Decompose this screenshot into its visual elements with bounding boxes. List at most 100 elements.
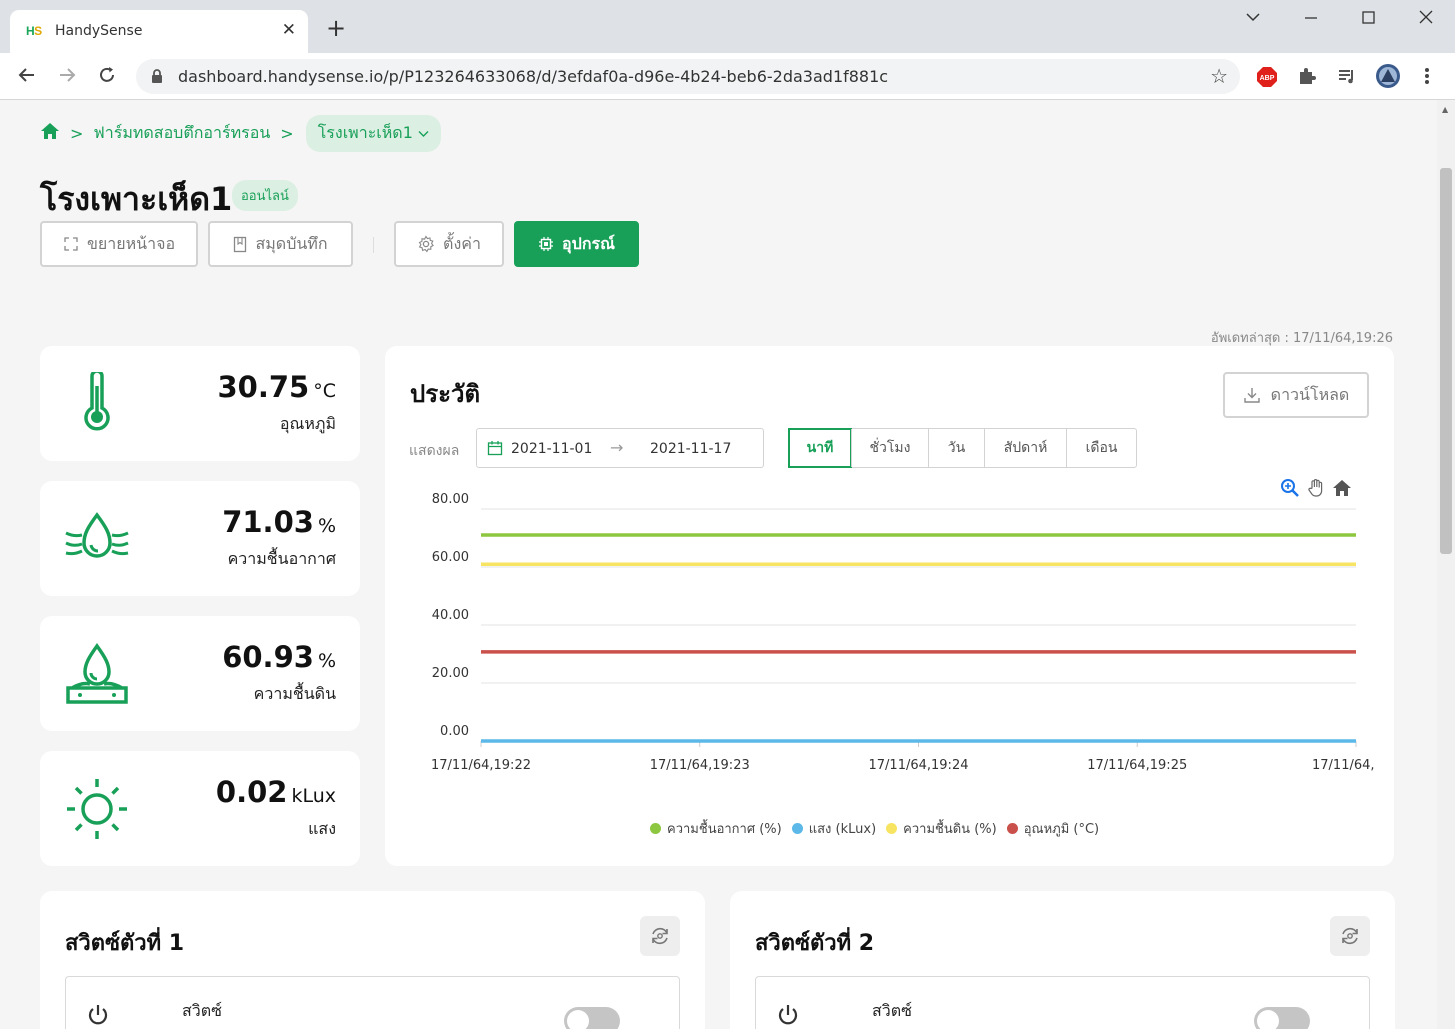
fullscreen-button[interactable]: ขยายหน้าจอ	[40, 221, 198, 267]
soil-moisture-icon	[62, 642, 132, 706]
legend-dot	[791, 823, 803, 834]
soil-moisture-card: 60.93% ความชื้นดิน	[40, 616, 360, 731]
interval-hour[interactable]: ชั่วโมง	[851, 429, 928, 467]
tab-title: HandySense	[55, 23, 143, 39]
chip-icon	[539, 237, 554, 251]
switch-label: สวิตซ์	[872, 1001, 912, 1020]
legend-dot	[886, 823, 898, 834]
notebook-button[interactable]: สมุดบันทึก	[208, 221, 353, 267]
switch-toggle[interactable]	[1254, 1007, 1310, 1029]
air-humidity-label: ความชื้นอากาศ	[227, 549, 336, 568]
y-tick-label: 40.00	[432, 608, 469, 623]
switch-card-2: สวิตซ์ตัวที่ 2 สวิตซ์	[730, 891, 1395, 1029]
breadcrumb-separator: >	[70, 123, 84, 143]
switch-card-1: สวิตซ์ตัวที่ 1 สวิตซ์	[40, 891, 705, 1029]
breadcrumb-separator: >	[280, 123, 294, 143]
legend-item[interactable]: อุณหภูมิ (°C)	[1006, 818, 1099, 839]
calendar-icon	[487, 440, 503, 460]
breadcrumb-current-dropdown[interactable]: โรงเพาะเห็ด1	[305, 114, 441, 152]
switch-toggle[interactable]	[564, 1007, 620, 1029]
svg-text:ABP: ABP	[1260, 75, 1275, 82]
minimize-icon[interactable]	[1302, 8, 1320, 31]
toggle-knob	[1257, 1010, 1279, 1029]
date-range-picker[interactable]: 2021-11-01 → 2021-11-17	[476, 428, 764, 468]
expand-icon	[64, 237, 78, 251]
url-bar[interactable]: dashboard.handysense.io/p/P123264633068/…	[136, 59, 1240, 94]
address-toolbar: dashboard.handysense.io/p/P123264633068/…	[0, 53, 1455, 100]
x-tick-label: 17/11/64,19:22	[431, 758, 531, 773]
close-tab-icon[interactable]: ✕	[282, 20, 296, 40]
home-icon[interactable]	[40, 122, 60, 144]
media-queue-icon[interactable]	[1337, 66, 1357, 90]
legend-item[interactable]: ความชื้นดิน (%)	[886, 818, 997, 839]
thermometer-icon	[62, 369, 132, 436]
y-tick-label: 60.00	[432, 550, 469, 565]
back-icon[interactable]	[17, 65, 37, 90]
browser-menu-icon[interactable]	[1422, 66, 1432, 90]
temperature-card: 30.75 °C อุณหภูมิ	[40, 346, 360, 461]
temperature-value: 30.75 °C	[217, 370, 336, 404]
x-tick-label: 17/11/64,19:23	[650, 758, 750, 773]
air-humidity-card: 71.03% ความชื้นอากาศ	[40, 481, 360, 596]
download-button[interactable]: ดาวน์โหลด	[1223, 372, 1369, 418]
scroll-up-arrow-icon[interactable]: ▲	[1442, 105, 1448, 114]
browser-tab-strip: HS HandySense ✕ +	[0, 0, 1455, 53]
gear-icon	[418, 235, 434, 253]
download-icon	[1243, 388, 1260, 403]
interval-week[interactable]: สัปดาห์	[984, 429, 1066, 467]
show-label: แสดงผล	[409, 443, 460, 459]
date-from-input[interactable]: 2021-11-01	[511, 441, 592, 457]
toolbar-divider	[373, 237, 374, 253]
date-to-input[interactable]: 2021-11-17	[650, 441, 731, 457]
settings-button[interactable]: ตั้งค่า	[394, 221, 504, 267]
breadcrumb: > ฟาร์มทดสอบตึกอาร์ทรอน > โรงเพาะเห็ด1	[40, 114, 441, 152]
notebook-button-label: สมุดบันทึก	[255, 233, 328, 253]
history-title: ประวัติ	[410, 380, 481, 408]
devices-button-label: อุปกรณ์	[562, 233, 615, 253]
bookmark-star-icon[interactable]: ☆	[1210, 64, 1228, 88]
devices-button[interactable]: อุปกรณ์	[514, 221, 639, 267]
maximize-icon[interactable]	[1360, 8, 1378, 31]
tab-search-chevron-icon[interactable]	[1244, 8, 1262, 31]
legend-label: ความชื้นดิน (%)	[903, 822, 997, 837]
legend-label: ความชื้นอากาศ (%)	[667, 822, 782, 837]
forward-icon[interactable]	[57, 65, 77, 90]
interval-month[interactable]: เดือน	[1066, 429, 1136, 467]
history-card: ประวัติ ดาวน์โหลด แสดงผล 2021-11-01 → 20…	[385, 346, 1394, 866]
breadcrumb-farm-link[interactable]: ฟาร์มทดสอบตึกอาร์ทรอน	[93, 121, 270, 146]
page-title: โรงเพาะเห็ด1	[40, 180, 233, 218]
browser-tab[interactable]: HS HandySense ✕	[10, 10, 308, 53]
url-text: dashboard.handysense.io/p/P123264633068/…	[178, 67, 889, 86]
reload-icon[interactable]	[97, 65, 117, 90]
legend-dot	[650, 823, 661, 834]
refresh-icon	[1342, 927, 1358, 945]
range-arrow-icon: →	[610, 438, 624, 457]
profile-avatar[interactable]	[1375, 63, 1401, 93]
toggle-knob	[567, 1010, 589, 1029]
legend-label: แสง (kLux)	[808, 822, 877, 837]
legend-item[interactable]: แสง (kLux)	[791, 818, 877, 839]
history-chart[interactable]: 0.00 20.00 40.00 60.00 80.00 17/11/64,19:22 17…	[425, 491, 1375, 781]
interval-selector: นาที ชั่วโมง วัน สัปดาห์ เดือน	[788, 428, 1137, 468]
light-value: 0.02 kLux	[215, 775, 336, 809]
air-humidity-icon	[62, 507, 132, 571]
lock-icon	[150, 68, 164, 88]
refresh-button[interactable]	[640, 916, 680, 956]
sun-icon	[62, 777, 132, 841]
light-label: แสง	[308, 819, 336, 838]
download-button-label: ดาวน์โหลด	[1270, 384, 1350, 404]
switch-row: สวิตซ์	[65, 976, 680, 1029]
light-card: 0.02 kLux แสง	[40, 751, 360, 866]
close-window-icon[interactable]	[1417, 8, 1435, 31]
scrollbar-thumb[interactable]	[1437, 165, 1455, 557]
last-updated-text: อัพเดทล่าสุด : 17/11/64,19:26	[1210, 331, 1393, 346]
chevron-down-icon	[418, 130, 429, 137]
switch-title: สวิตซ์ตัวที่ 2	[755, 931, 875, 956]
interval-minute[interactable]: นาที	[788, 428, 852, 468]
extensions-puzzle-icon[interactable]	[1297, 66, 1317, 90]
adblock-plus-icon[interactable]: ABP	[1256, 66, 1278, 92]
legend-item[interactable]: ความชื้นอากาศ (%)	[650, 818, 782, 839]
new-tab-icon[interactable]: +	[326, 16, 346, 40]
interval-day[interactable]: วัน	[928, 429, 984, 467]
refresh-button[interactable]	[1330, 916, 1370, 956]
